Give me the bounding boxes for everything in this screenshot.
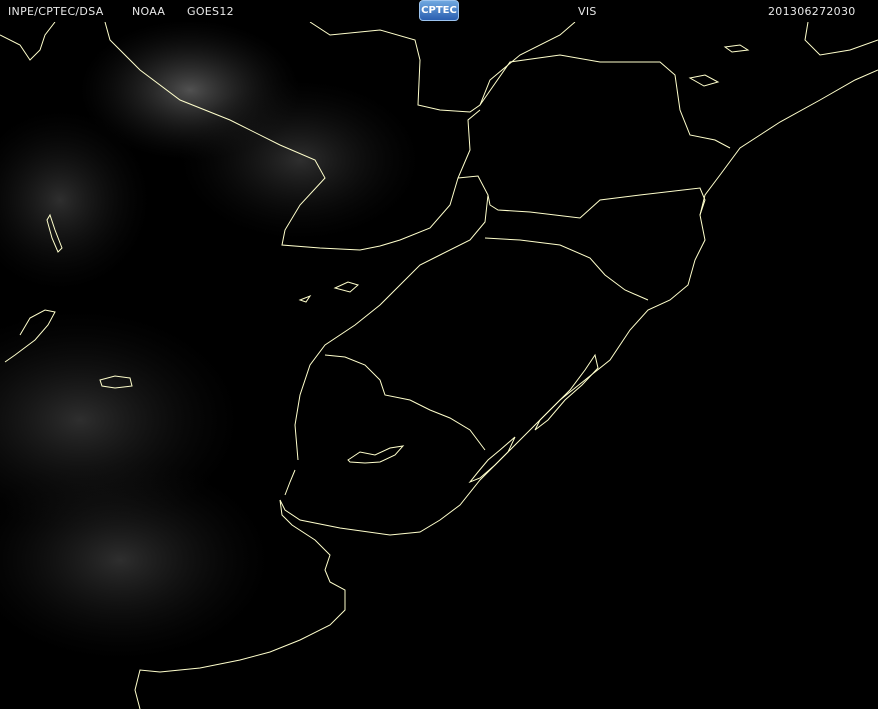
header-bar: INPE/CPTEC/DSA NOAA GOES12 CPTEC VIS 201… (0, 0, 878, 22)
agency-label: INPE/CPTEC/DSA (8, 5, 104, 18)
channel-label: VIS (578, 5, 597, 18)
satellite-label: GOES12 (187, 5, 234, 18)
timestamp-label: 201306272030 (768, 5, 856, 18)
source-label: NOAA (132, 5, 166, 18)
satellite-image (0, 22, 878, 709)
cptec-logo: CPTEC (419, 0, 459, 21)
logo-text: CPTEC (421, 5, 457, 16)
